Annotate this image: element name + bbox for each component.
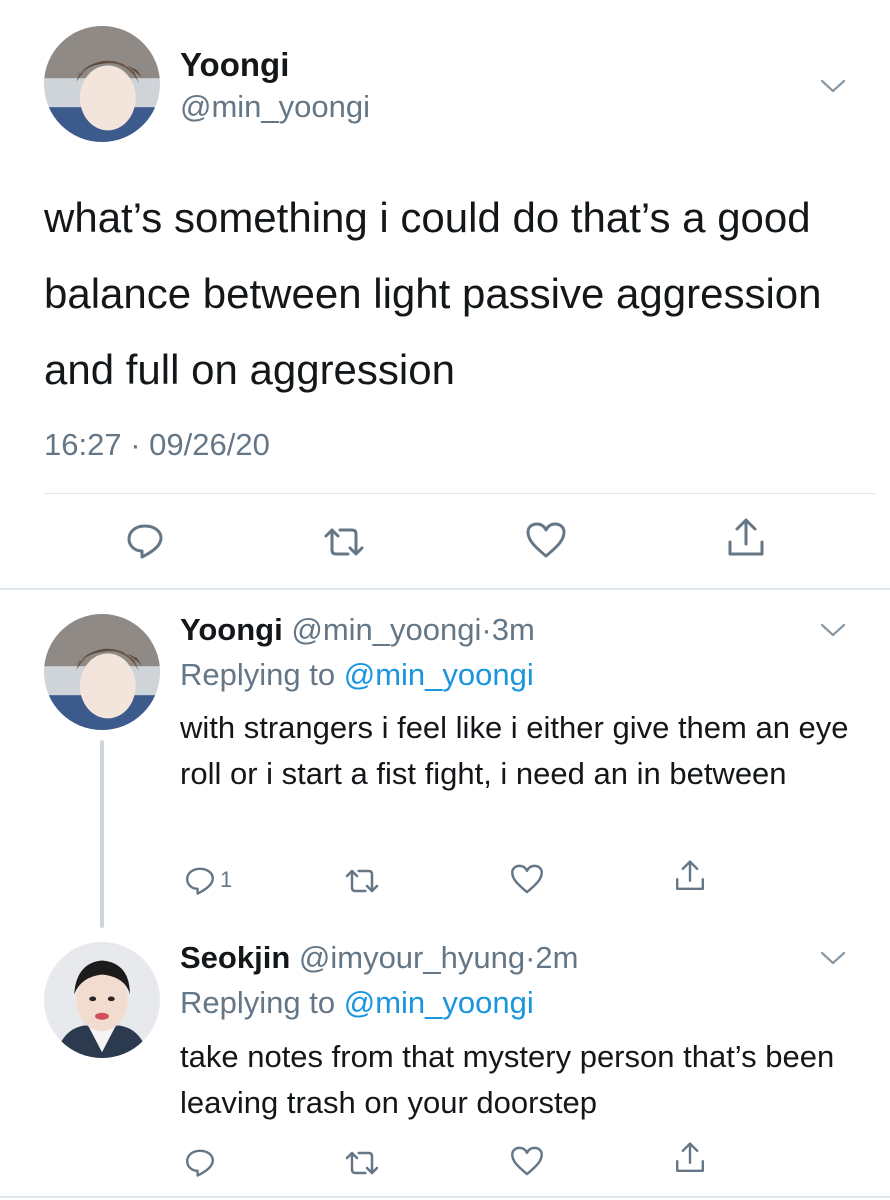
reply-dot: · [525, 940, 536, 975]
reply-icon[interactable]: 1 [184, 864, 232, 896]
main-display-name[interactable]: Yoongi [180, 46, 289, 84]
retweet-icon[interactable] [342, 1146, 382, 1180]
reply-count: 1 [220, 867, 233, 892]
reply-display-name[interactable]: Yoongi [180, 612, 283, 647]
timestamp-separator: · [130, 427, 141, 462]
heart-icon[interactable] [509, 862, 545, 896]
reply-icon[interactable] [125, 520, 165, 560]
reply-text: with strangers i feel like i either give… [180, 710, 849, 791]
replying-to: Replying to @min_yoongi [180, 985, 534, 1021]
heart-icon[interactable] [509, 1144, 545, 1178]
tweet-date: 09/26/20 [149, 427, 270, 462]
replying-to-handle[interactable]: @min_yoongi [344, 657, 534, 692]
main-handle[interactable]: @min_yoongi [180, 89, 370, 125]
chevron-down-icon[interactable] [820, 622, 846, 638]
avatar-yoongi[interactable] [44, 26, 160, 142]
reply-header: Seokjin @imyour_hyung·2m [180, 940, 579, 976]
reply-dot: · [481, 612, 492, 647]
divider [0, 588, 890, 590]
reply-text: take notes from that mystery person that… [180, 1039, 835, 1120]
avatar-yoongi[interactable] [44, 614, 160, 730]
chevron-down-icon[interactable] [820, 950, 846, 966]
avatar-seokjin[interactable] [44, 942, 160, 1058]
reply-handle[interactable]: @min_yoongi [291, 612, 481, 647]
divider [0, 1196, 890, 1198]
reply-display-name[interactable]: Seokjin [180, 940, 290, 975]
tweet-time: 16:27 [44, 427, 122, 462]
retweet-icon[interactable] [342, 864, 382, 898]
replying-to-label: Replying to [180, 657, 336, 692]
reply-age[interactable]: 2m [535, 940, 578, 975]
retweet-icon[interactable] [320, 522, 368, 562]
reply-handle[interactable]: @imyour_hyung [299, 940, 525, 975]
reply-age[interactable]: 3m [492, 612, 535, 647]
replying-to-handle[interactable]: @min_yoongi [344, 985, 534, 1020]
divider [44, 493, 875, 494]
heart-icon[interactable] [524, 520, 568, 560]
share-icon[interactable] [674, 858, 706, 894]
main-tweet-text: what’s something i could do that’s a goo… [44, 194, 822, 393]
reply-icon[interactable] [184, 1146, 220, 1178]
share-icon[interactable] [674, 1140, 706, 1176]
thread-line [100, 740, 104, 928]
reply-header: Yoongi @min_yoongi·3m [180, 612, 535, 648]
replying-to: Replying to @min_yoongi [180, 657, 534, 693]
timestamp[interactable]: 16:27 · 09/26/20 [44, 427, 270, 463]
chevron-down-icon[interactable] [820, 78, 846, 94]
replying-to-label: Replying to [180, 985, 336, 1020]
share-icon[interactable] [726, 516, 766, 560]
